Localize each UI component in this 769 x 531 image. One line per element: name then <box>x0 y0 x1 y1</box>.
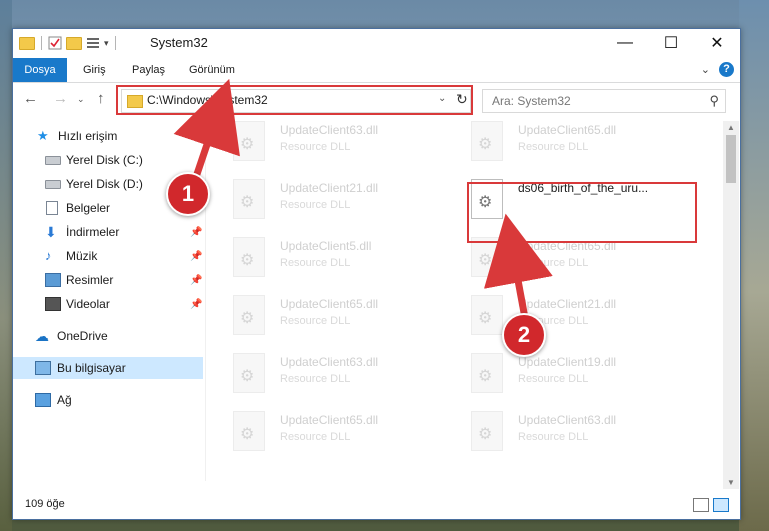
step-1-badge: 1 <box>166 172 210 216</box>
arrow-to-target-file <box>483 213 553 319</box>
annotation-arrows <box>173 78 553 319</box>
arrow-to-address-bar <box>173 78 240 182</box>
step-2-badge: 2 <box>502 313 546 357</box>
